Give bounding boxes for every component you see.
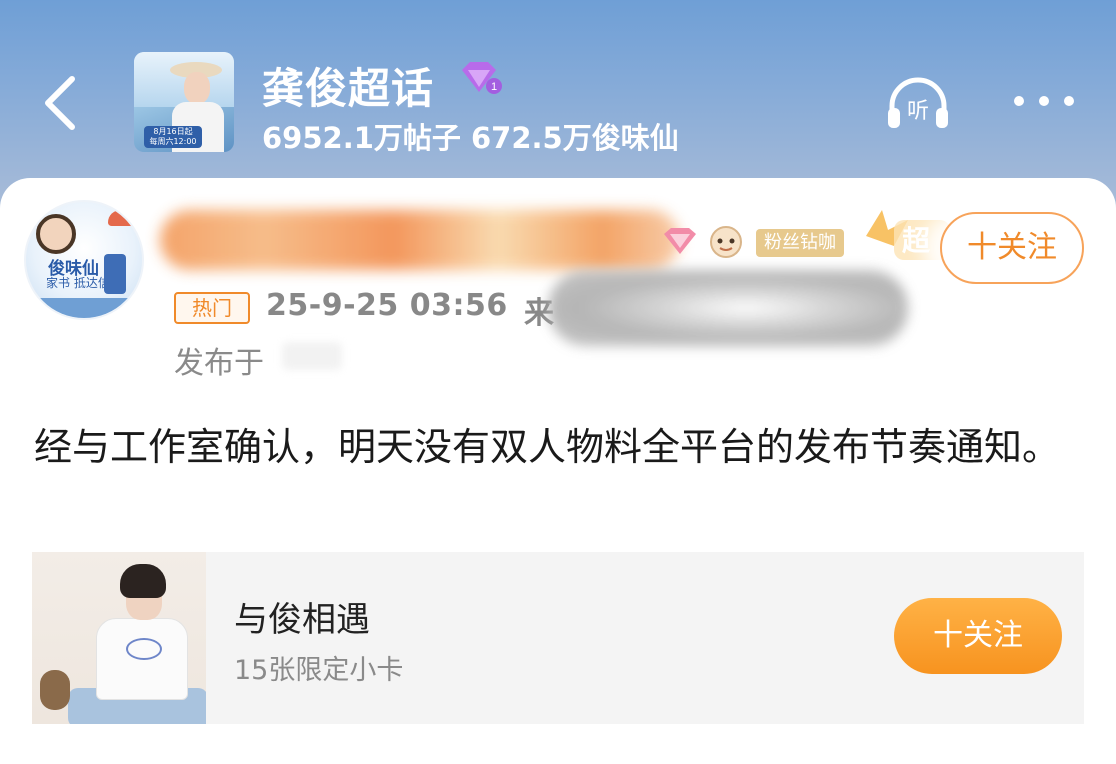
follow-author-button[interactable]: 十关注 [940,212,1084,284]
hot-tag: 热门 [174,292,250,324]
svg-text:超: 超 [902,224,931,257]
author-avatar[interactable]: 俊味仙 家书 抵达信箱 [24,200,144,320]
post-timestamp: 25-9-25 03:56 [266,288,508,323]
topic-cover-image[interactable]: 8月16日起 每周六12:00 [134,52,234,152]
product-follow-button[interactable]: 十关注 [894,598,1062,674]
author-name-redacted[interactable] [160,210,680,270]
headphones-icon: 听 [888,77,948,128]
post-source-redacted [548,270,908,346]
post-body-text[interactable]: 经与工作室确认，明天没有双人物料全平台的发布节奏通知。 [34,418,1074,476]
topic-stats: 6952.1万帖子 672.5万俊味仙 [262,121,679,155]
fan-level-badge: 粉丝钻咖 [756,229,844,257]
svg-text:听: 听 [907,99,929,124]
member-diamond-icon [664,228,696,254]
diamond-level-icon: 1 [462,62,502,94]
publish-location-redacted [282,342,342,370]
publish-location-label: 发布于 [174,346,264,381]
super-fan-badge: 超 [866,210,950,260]
chevron-left-icon [45,76,75,130]
fan-emoji-icon [710,226,742,258]
listen-button[interactable]: 听 [884,74,952,134]
topic-title[interactable]: 龚俊超话 [262,55,434,116]
product-description: 15张限定小卡 [234,655,404,686]
product-image[interactable] [32,552,206,724]
more-button[interactable] [1008,86,1080,116]
product-name[interactable]: 与俊相遇 [234,592,370,641]
svg-text:1: 1 [491,81,497,93]
back-button[interactable] [30,68,90,138]
product-card[interactable]: 与俊相遇 15张限定小卡 十关注 [32,552,1084,724]
cover-badge: 8月16日起 每周六12:00 [144,126,202,148]
more-dots-icon [1014,96,1024,106]
